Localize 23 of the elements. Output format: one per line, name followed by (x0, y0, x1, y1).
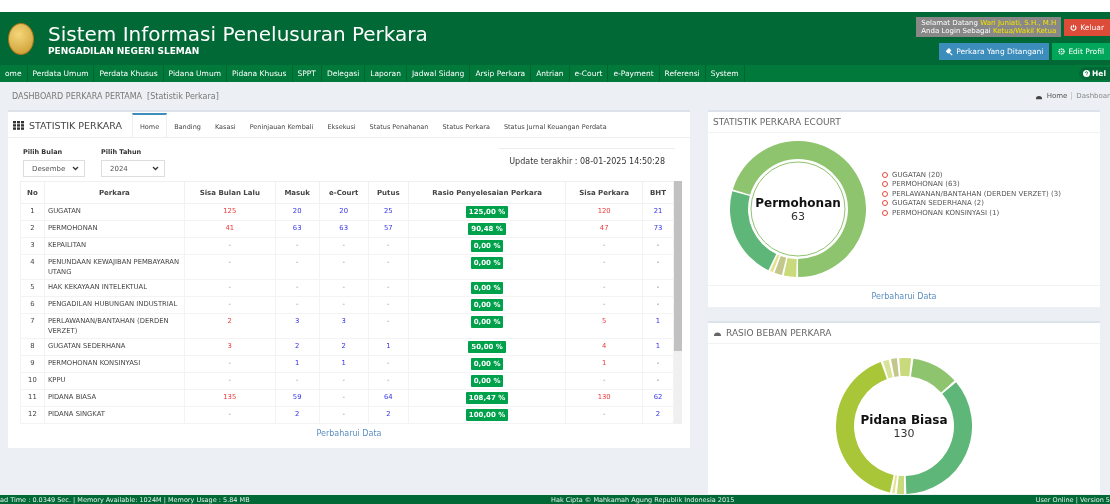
scrollbar[interactable] (674, 181, 682, 424)
refresh-link[interactable]: Perbaharui Data (8, 424, 690, 448)
gear-icon (1058, 48, 1066, 55)
panel-title-text: RASIO BEBAN PERKARA (726, 328, 832, 338)
refresh-link[interactable]: Perbaharui Data (708, 285, 1100, 307)
court-name: PENGADILAN NEGERI SLEMAN (48, 45, 201, 56)
gavel-icon (945, 47, 954, 56)
page-title: DASHBOARD PERKARA PERTAMA (12, 91, 143, 101)
chevron-down-icon (152, 166, 159, 171)
chart-center-value: 130 (893, 426, 915, 440)
court-emblem-logo (8, 22, 34, 55)
panel-title: STATISTIK PERKARA ECOURT (708, 112, 1100, 133)
power-icon (1070, 23, 1078, 31)
last-update-text: Update terakhir : 08-01-2025 14:50:28 (499, 148, 675, 174)
chart-center-value: 63 (791, 209, 805, 223)
chart-center-label: Permohonan (755, 195, 841, 210)
page-subtitle: [Statistik Perkara] (147, 91, 219, 101)
app-title: Sistem Informasi Penelusuran Perkara (48, 21, 429, 46)
panel-title-text: STATISTIK PERKARA (29, 120, 122, 131)
grid-icon (13, 121, 24, 130)
chart-center-label: Pidana Biasa (860, 412, 948, 427)
question-icon (1083, 70, 1091, 77)
chevron-down-icon (72, 166, 79, 171)
